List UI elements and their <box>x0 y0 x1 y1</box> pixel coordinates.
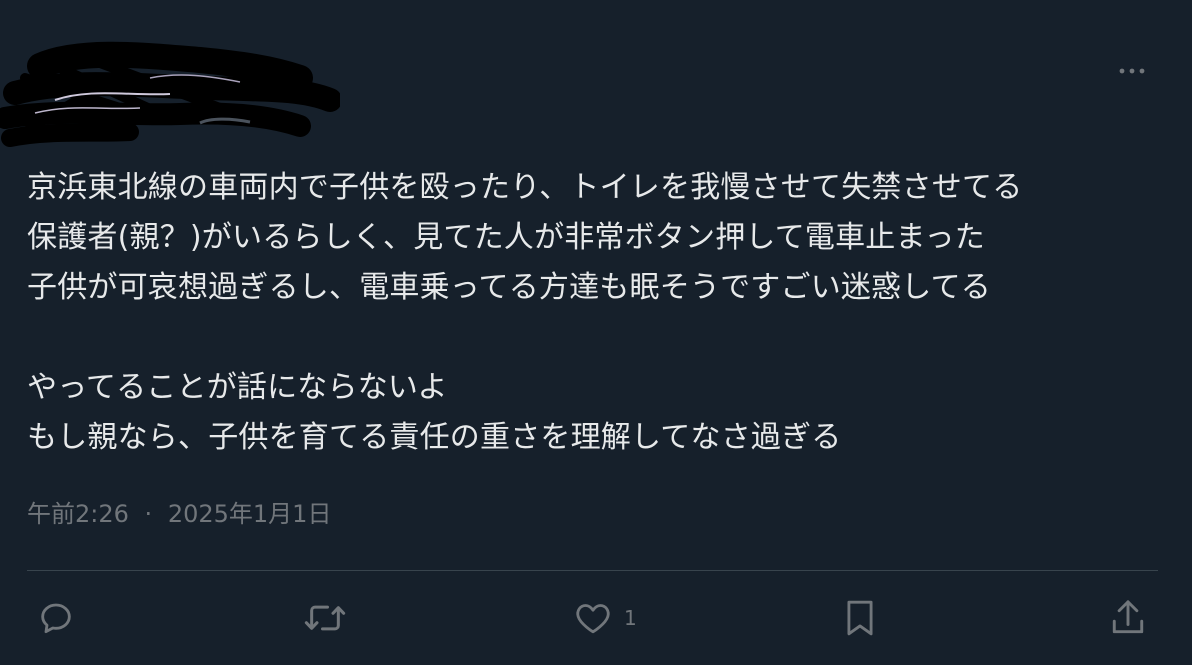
more-options-button[interactable] <box>1118 58 1146 84</box>
repost-icon <box>304 605 346 631</box>
bookmark-button[interactable] <box>841 596 879 640</box>
share-icon <box>1112 600 1144 634</box>
post-text: 京浜東北線の車両内で子供を殴ったり、トイレを我慢させて失禁させてる 保護者(親？… <box>27 170 1023 455</box>
repost-button[interactable] <box>303 596 347 640</box>
post-time: 午前2:26 <box>27 500 129 528</box>
share-button[interactable] <box>1108 596 1148 640</box>
divider <box>27 570 1158 571</box>
bookmark-icon <box>847 600 873 636</box>
post-timestamp[interactable]: 午前2:26 · 2025年1月1日 <box>27 497 331 531</box>
like-icon <box>576 604 610 634</box>
more-dots-icon <box>1119 68 1145 74</box>
like-count: 1 <box>624 606 637 630</box>
reply-button[interactable] <box>36 596 76 640</box>
tweet-detail: 京浜東北線の車両内で子供を殴ったり、トイレを我慢させて失禁させてる 保護者(親？… <box>0 0 1192 665</box>
post-date: 2025年1月1日 <box>167 500 332 528</box>
redacted-author-info <box>0 41 340 147</box>
reply-icon <box>41 603 71 634</box>
like-button[interactable]: 1 <box>572 596 637 640</box>
meta-separator: · <box>144 500 153 528</box>
